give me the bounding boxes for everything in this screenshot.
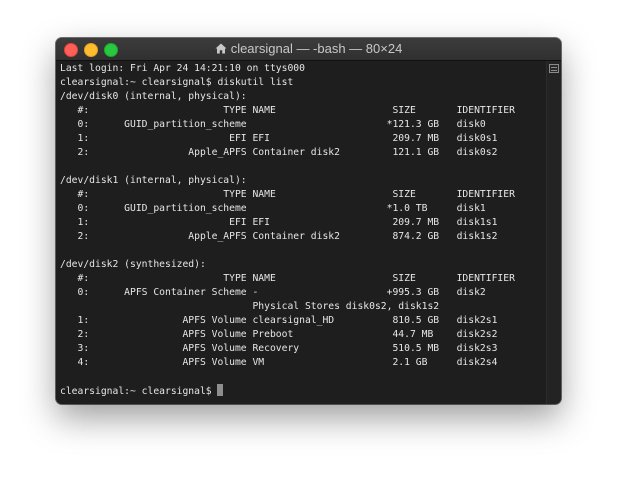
terminal-output: Last login: Fri Apr 24 14:21:10 on ttys0… — [60, 62, 515, 399]
terminal-line: 0: GUID_partition_scheme *121.3 GB disk0 — [60, 119, 486, 130]
terminal-line: 1: EFI EFI 209.7 MB disk0s1 — [60, 133, 498, 144]
terminal-line: /dev/disk1 (internal, physical): — [60, 175, 247, 186]
title-bar[interactable]: clearsignal — -bash — 80×24 — [56, 38, 561, 61]
terminal-line: Physical Stores disk0s2, disk1s2 — [60, 301, 440, 312]
terminal-line: clearsignal:~ clearsignal$ diskutil list — [60, 77, 294, 88]
terminal-line: 3: APFS Volume Recovery 510.5 MB disk2s3 — [60, 343, 498, 354]
terminal-line: 0: GUID_partition_scheme *1.0 TB disk1 — [60, 203, 486, 214]
scrollbar[interactable] — [546, 61, 561, 404]
terminal-line: 1: EFI EFI 209.7 MB disk1s1 — [60, 217, 498, 228]
terminal-output-area[interactable]: Last login: Fri Apr 24 14:21:10 on ttys0… — [56, 61, 547, 404]
window-title: clearsignal — -bash — 80×24 — [230, 41, 403, 56]
terminal-line: /dev/disk2 (synthesized): — [60, 259, 206, 270]
split-pane-icon[interactable] — [549, 64, 559, 73]
terminal-line: /dev/disk0 (internal, physical): — [60, 91, 247, 102]
terminal-line: 2: Apple_APFS Container disk2 121.1 GB d… — [60, 147, 498, 158]
terminal-prompt: clearsignal:~ clearsignal$ — [60, 386, 218, 397]
terminal-window: clearsignal — -bash — 80×24 Last login: … — [56, 38, 561, 404]
window-title-container: clearsignal — -bash — 80×24 — [56, 41, 561, 57]
terminal-line: Last login: Fri Apr 24 14:21:10 on ttys0… — [60, 63, 305, 74]
text-cursor — [217, 384, 224, 396]
terminal-line: 2: Apple_APFS Container disk2 874.2 GB d… — [60, 231, 498, 242]
terminal-line: #: TYPE NAME SIZE IDENTIFIER — [60, 273, 515, 284]
terminal-line: 1: APFS Volume clearsignal_HD 810.5 GB d… — [60, 315, 498, 326]
terminal-line: 4: APFS Volume VM 2.1 GB disk2s4 — [60, 357, 498, 368]
terminal-line: 2: APFS Volume Preboot 44.7 MB disk2s2 — [60, 329, 498, 340]
terminal-line: #: TYPE NAME SIZE IDENTIFIER — [60, 189, 515, 200]
home-folder-icon — [215, 42, 227, 57]
terminal-line: #: TYPE NAME SIZE IDENTIFIER — [60, 105, 515, 116]
terminal-line: 0: APFS Container Scheme - +995.3 GB dis… — [60, 287, 486, 298]
